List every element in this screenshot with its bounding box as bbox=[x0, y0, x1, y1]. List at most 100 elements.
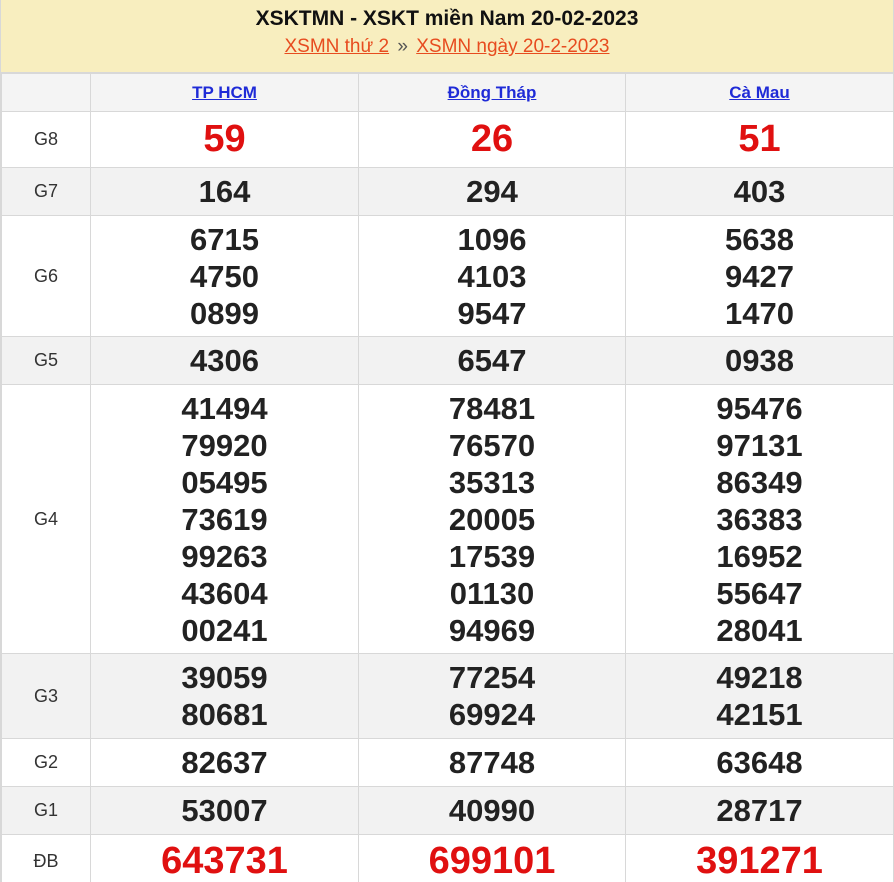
result-number: 05495 bbox=[181, 464, 268, 500]
result-cell: 53007 bbox=[90, 786, 359, 835]
table-row: G4 41494 79920 05495 73619 99263 43604 0… bbox=[1, 384, 893, 654]
table-row: G3 39059 80681 77254 69924 49218 42151 bbox=[1, 653, 893, 739]
result-number: 26 bbox=[470, 118, 514, 160]
result-number: 643731 bbox=[161, 839, 288, 882]
table-row: ĐB 643731 699101 391271 bbox=[1, 834, 893, 882]
results-panel: XSKTMN - XSKT miền Nam 20-02-2023 XSMN t… bbox=[0, 0, 894, 882]
result-number: 40990 bbox=[448, 793, 536, 828]
result-cell: 78481 76570 35313 20005 17539 01130 9496… bbox=[358, 384, 626, 654]
result-number: 41494 bbox=[181, 390, 268, 426]
result-number: 78481 bbox=[448, 390, 536, 426]
result-number: 28717 bbox=[716, 793, 803, 828]
result-cell: 39059 80681 bbox=[90, 653, 359, 739]
province-link-dong-thap[interactable]: Đồng Tháp bbox=[448, 83, 537, 102]
result-number: 42151 bbox=[716, 697, 803, 732]
result-number: 51 bbox=[738, 118, 781, 160]
result-cell: 51 bbox=[625, 111, 893, 168]
prize-label: G4 bbox=[1, 384, 91, 654]
result-number: 55647 bbox=[716, 575, 803, 611]
result-cell: 6715 4750 0899 bbox=[90, 215, 359, 337]
result-number: 01130 bbox=[449, 575, 535, 611]
result-number: 16952 bbox=[716, 538, 803, 574]
column-header-dong-thap: Đồng Tháp bbox=[358, 73, 626, 112]
result-cell: 63648 bbox=[625, 738, 893, 787]
prize-label: G1 bbox=[1, 786, 91, 835]
results-header: XSKTMN - XSKT miền Nam 20-02-2023 XSMN t… bbox=[1, 0, 893, 73]
result-number: 86349 bbox=[716, 464, 803, 500]
table-row: G8 59 26 51 bbox=[1, 111, 893, 168]
result-number: 77254 bbox=[448, 660, 536, 695]
result-number: 97131 bbox=[716, 427, 803, 463]
breadcrumb-link-date[interactable]: XSMN ngày 20-2-2023 bbox=[416, 36, 609, 57]
prize-label: ĐB bbox=[1, 834, 91, 882]
table-row: G6 6715 4750 0899 1096 4103 9547 5638 94… bbox=[1, 215, 893, 337]
result-number: 80681 bbox=[181, 697, 268, 732]
result-cell: 40990 bbox=[358, 786, 626, 835]
result-number: 20005 bbox=[448, 501, 536, 537]
table-header-row: TP HCM Đồng Tháp Cà Mau bbox=[1, 73, 893, 112]
result-cell: 6547 bbox=[358, 336, 626, 385]
result-cell: 41494 79920 05495 73619 99263 43604 0024… bbox=[90, 384, 359, 654]
result-cell: 82637 bbox=[90, 738, 359, 787]
province-link-tp-hcm[interactable]: TP HCM bbox=[192, 83, 257, 102]
table-row: G7 164 294 403 bbox=[1, 167, 893, 216]
result-number: 403 bbox=[733, 174, 786, 209]
province-link-ca-mau[interactable]: Cà Mau bbox=[729, 83, 789, 102]
result-number: 6547 bbox=[457, 343, 527, 378]
result-cell: 95476 97131 86349 36383 16952 55647 2804… bbox=[625, 384, 893, 654]
result-number: 294 bbox=[466, 174, 518, 209]
result-number: 69924 bbox=[448, 697, 536, 732]
result-number: 699101 bbox=[428, 839, 556, 882]
prize-column-header bbox=[1, 73, 91, 112]
result-number: 35313 bbox=[448, 464, 536, 500]
result-cell: 5638 9427 1470 bbox=[625, 215, 893, 337]
result-cell: 77254 69924 bbox=[358, 653, 626, 739]
result-number: 59 bbox=[203, 118, 246, 160]
breadcrumb-link-weekday[interactable]: XSMN thứ 2 bbox=[284, 36, 389, 57]
result-number: 39059 bbox=[181, 660, 268, 695]
result-cell: 1096 4103 9547 bbox=[358, 215, 626, 337]
result-number: 87748 bbox=[448, 745, 536, 780]
prize-label: G3 bbox=[1, 653, 91, 739]
result-number: 5638 bbox=[725, 221, 794, 257]
prize-label: G7 bbox=[1, 167, 91, 216]
result-number: 76570 bbox=[448, 427, 536, 463]
result-number: 36383 bbox=[716, 501, 803, 537]
breadcrumb: XSMN thứ 2 » XSMN ngày 20-2-2023 bbox=[1, 36, 893, 58]
result-number: 0938 bbox=[725, 343, 794, 378]
result-number: 164 bbox=[198, 174, 251, 209]
result-number: 53007 bbox=[181, 793, 268, 828]
result-cell: 391271 bbox=[625, 834, 893, 882]
result-number: 43604 bbox=[181, 575, 268, 611]
result-number: 28041 bbox=[716, 612, 803, 648]
result-number: 0899 bbox=[190, 295, 259, 331]
result-cell: 4306 bbox=[90, 336, 359, 385]
result-cell: 699101 bbox=[358, 834, 626, 882]
result-number: 00241 bbox=[181, 612, 268, 648]
result-number: 4750 bbox=[190, 258, 259, 294]
result-number: 1470 bbox=[725, 295, 794, 331]
result-number: 1096 bbox=[457, 221, 527, 257]
prize-label: G6 bbox=[1, 215, 91, 337]
result-cell: 403 bbox=[625, 167, 893, 216]
result-number: 79920 bbox=[181, 427, 268, 463]
result-number: 49218 bbox=[716, 660, 803, 695]
table-row: G1 53007 40990 28717 bbox=[1, 786, 893, 835]
result-number: 95476 bbox=[716, 390, 803, 426]
column-header-tp-hcm: TP HCM bbox=[90, 73, 359, 112]
result-number: 9547 bbox=[457, 295, 527, 331]
result-number: 99263 bbox=[181, 538, 268, 574]
table-row: G5 4306 6547 0938 bbox=[1, 336, 893, 385]
result-number: 73619 bbox=[181, 501, 268, 537]
result-number: 4103 bbox=[457, 258, 527, 294]
result-number: 17539 bbox=[448, 538, 536, 574]
breadcrumb-separator: » bbox=[397, 36, 408, 57]
result-cell: 59 bbox=[90, 111, 359, 168]
result-cell: 49218 42151 bbox=[625, 653, 893, 739]
result-cell: 26 bbox=[358, 111, 626, 168]
result-number: 4306 bbox=[190, 343, 259, 378]
prize-label: G8 bbox=[1, 111, 91, 168]
result-number: 82637 bbox=[181, 745, 268, 780]
result-cell: 28717 bbox=[625, 786, 893, 835]
result-number: 6715 bbox=[190, 221, 259, 257]
